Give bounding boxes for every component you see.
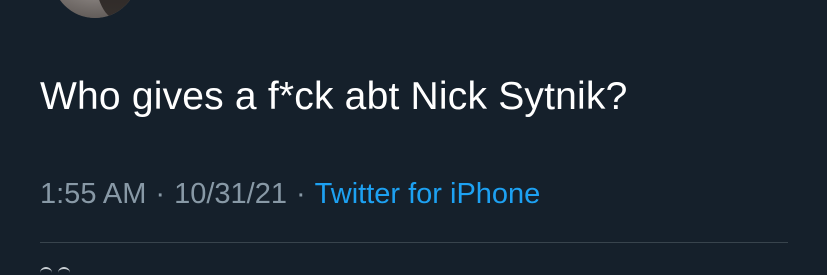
avatar[interactable] [52,0,138,18]
avatar-shade [52,0,138,18]
meta-separator: · [295,178,306,210]
tweet-time[interactable]: 1:55 AM [40,178,146,210]
tweet-date[interactable]: 10/31/21 [174,178,287,210]
cropped-glyph [58,267,70,275]
cropped-glyph [40,267,52,275]
divider [40,242,788,243]
meta-separator: · [155,178,166,210]
tweet-source-link[interactable]: Twitter for iPhone [315,178,541,210]
next-row-fragment [40,266,100,275]
tweet-metadata: 1:55 AM · 10/31/21 · Twitter for iPhone [40,176,540,212]
tweet-text: Who gives a f*ck abt Nick Sytnik? [40,75,628,118]
tweet-detail: Who gives a f*ck abt Nick Sytnik? 1:55 A… [0,0,827,275]
